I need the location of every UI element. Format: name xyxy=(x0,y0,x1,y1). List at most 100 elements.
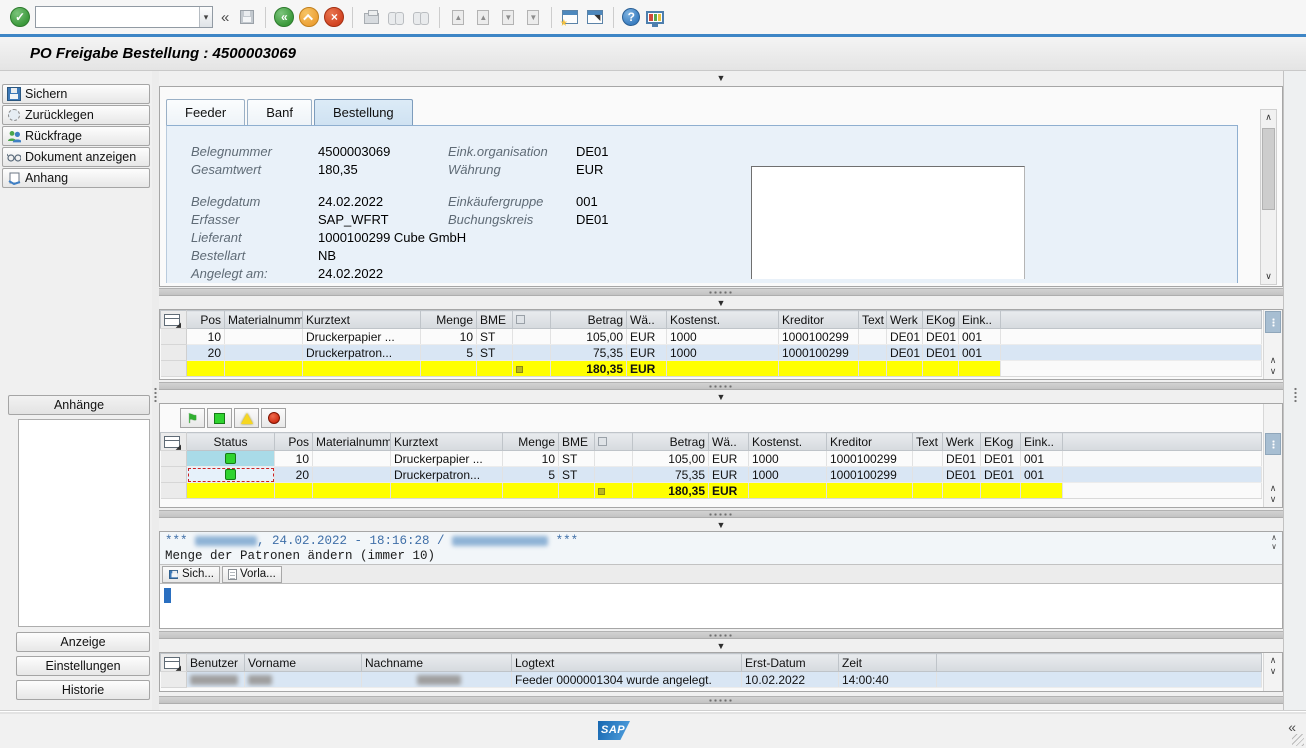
cell-menge[interactable]: 10 xyxy=(503,451,559,467)
scroll-down-icon[interactable]: ∨ xyxy=(1261,269,1276,284)
status-cell-focused[interactable] xyxy=(187,467,275,483)
scroll-up-icon[interactable]: ∧ xyxy=(1265,483,1281,494)
col-header-materialnummer[interactable]: Materialnummer xyxy=(225,311,303,329)
table-config-button[interactable] xyxy=(1265,311,1281,333)
col-header-werk[interactable]: Werk xyxy=(887,311,923,329)
reject-button[interactable] xyxy=(261,408,286,428)
scroll-down-icon[interactable]: ∨ xyxy=(1265,366,1281,377)
new-session-button[interactable] xyxy=(560,7,580,27)
col-header-menge[interactable]: Menge xyxy=(503,433,559,451)
cell-werk[interactable]: DE01 xyxy=(887,345,923,361)
cell-indicator[interactable] xyxy=(595,467,633,483)
col-header-bme[interactable]: BME xyxy=(477,311,513,329)
item-row-20[interactable]: 20 Druckerpatron... 5 ST 75,35 EUR 1000 … xyxy=(161,345,1262,361)
anhang-button[interactable]: Anhang xyxy=(2,168,150,188)
cell-eink[interactable]: 001 xyxy=(959,345,1001,361)
right-splitter-strip[interactable] xyxy=(1283,71,1306,710)
cell-indicator[interactable] xyxy=(513,329,551,345)
cell-kreditor[interactable]: 1000100299 xyxy=(779,329,859,345)
panel-divider[interactable] xyxy=(159,288,1283,296)
cell-ekog[interactable]: DE01 xyxy=(923,345,959,361)
cancel-button[interactable]: × xyxy=(324,7,344,27)
splitter-handle[interactable] xyxy=(1293,387,1298,403)
cell-waehrung[interactable]: EUR xyxy=(627,345,667,361)
items-table-scrollbar[interactable]: ∧ ∨ xyxy=(1263,310,1282,379)
cell-bme[interactable]: ST xyxy=(559,451,595,467)
cell-waehrung[interactable]: EUR xyxy=(709,451,749,467)
cell-text[interactable] xyxy=(859,345,887,361)
col-header-bme[interactable]: BME xyxy=(559,433,595,451)
row-selector[interactable] xyxy=(161,329,187,345)
item-row-10[interactable]: 10 Druckerpapier ... 10 ST 105,00 EUR 10… xyxy=(161,329,1262,345)
cell-bme[interactable]: ST xyxy=(559,467,595,483)
help-button[interactable]: ? xyxy=(622,8,640,26)
col-header-erst-datum[interactable]: Erst-Datum xyxy=(742,654,839,672)
cell-indicator[interactable] xyxy=(513,345,551,361)
panel-divider[interactable] xyxy=(159,382,1283,390)
col-header-indicator[interactable] xyxy=(595,433,633,451)
scroll-up-icon[interactable]: ∧ xyxy=(1268,534,1280,543)
note-template-button[interactable]: Vorla... xyxy=(222,566,282,583)
attachments-list[interactable] xyxy=(18,419,150,627)
toolbar-collapse-icon[interactable]: « xyxy=(218,9,232,26)
cell-kurztext[interactable]: Druckerpapier ... xyxy=(391,451,503,467)
enter-icon[interactable]: ✓ xyxy=(10,7,30,27)
scroll-thumb[interactable] xyxy=(1262,128,1275,210)
command-field[interactable] xyxy=(36,7,199,27)
flag-button[interactable]: ⚑ xyxy=(180,408,205,428)
first-page-button[interactable]: ▲ xyxy=(448,7,468,27)
cell-betrag[interactable]: 75,35 xyxy=(633,467,709,483)
collapse-release-icon[interactable]: ▼ xyxy=(707,393,736,402)
scroll-down-icon[interactable]: ∨ xyxy=(1265,494,1281,505)
tab-feeder[interactable]: Feeder xyxy=(166,99,245,125)
col-header-betrag[interactable]: Betrag xyxy=(551,311,627,329)
find-next-button[interactable] xyxy=(411,7,431,27)
print-button[interactable] xyxy=(361,7,381,27)
col-header-kurztext[interactable]: Kurztext xyxy=(391,433,503,451)
cell-kreditor[interactable]: 1000100299 xyxy=(827,467,913,483)
create-shortcut-button[interactable]: ◥ xyxy=(585,7,605,27)
form-scrollbar[interactable]: ∧ ∨ xyxy=(1260,109,1277,285)
statusbar-collapse-icon[interactable]: « xyxy=(1288,719,1296,735)
scroll-up-icon[interactable]: ∧ xyxy=(1261,110,1276,125)
cell-kostenst[interactable]: 1000 xyxy=(667,345,779,361)
release-button[interactable] xyxy=(207,408,232,428)
col-header-werk[interactable]: Werk xyxy=(943,433,981,451)
cell-menge[interactable]: 10 xyxy=(421,329,477,345)
tab-bestellung[interactable]: Bestellung xyxy=(314,99,413,125)
einstellungen-button[interactable]: Einstellungen xyxy=(16,656,150,676)
col-header-indicator[interactable] xyxy=(513,311,551,329)
col-header-nachname[interactable]: Nachname xyxy=(362,654,512,672)
cell-text[interactable] xyxy=(913,467,943,483)
sidebar-splitter[interactable] xyxy=(152,71,159,710)
cell-pos[interactable]: 10 xyxy=(275,451,313,467)
col-header-betrag[interactable]: Betrag xyxy=(633,433,709,451)
next-page-button[interactable]: ▼ xyxy=(498,7,518,27)
rueckfrage-button[interactable]: Rückfrage xyxy=(2,126,150,146)
col-header-logtext[interactable]: Logtext xyxy=(512,654,742,672)
cell-kreditor[interactable]: 1000100299 xyxy=(779,345,859,361)
anhaenge-header-button[interactable]: Anhänge xyxy=(8,395,150,415)
panel-divider[interactable] xyxy=(159,510,1283,518)
col-header-pos[interactable]: Pos xyxy=(275,433,313,451)
cell-eink[interactable]: 001 xyxy=(1021,451,1063,467)
customize-layout-button[interactable] xyxy=(645,7,665,27)
splitter-handle[interactable] xyxy=(153,387,158,403)
cell-werk[interactable]: DE01 xyxy=(887,329,923,345)
cell-erst-datum[interactable]: 10.02.2022 xyxy=(742,672,839,688)
last-page-button[interactable]: ▼ xyxy=(523,7,543,27)
previous-page-button[interactable]: ▲ xyxy=(473,7,493,27)
cell-werk[interactable]: DE01 xyxy=(943,451,981,467)
cell-betrag[interactable]: 105,00 xyxy=(633,451,709,467)
cell-pos[interactable]: 20 xyxy=(187,345,225,361)
cell-materialnummer[interactable] xyxy=(313,467,391,483)
cell-betrag[interactable]: 105,00 xyxy=(551,329,627,345)
select-all-cell[interactable] xyxy=(161,433,187,451)
exit-button[interactable] xyxy=(299,7,319,27)
cell-kostenst[interactable]: 1000 xyxy=(749,467,827,483)
cell-menge[interactable]: 5 xyxy=(421,345,477,361)
cell-ekog[interactable]: DE01 xyxy=(923,329,959,345)
collapse-form-icon[interactable]: ▼ xyxy=(707,74,736,83)
scroll-down-icon[interactable]: ∨ xyxy=(1265,666,1281,677)
cell-eink[interactable]: 001 xyxy=(959,329,1001,345)
